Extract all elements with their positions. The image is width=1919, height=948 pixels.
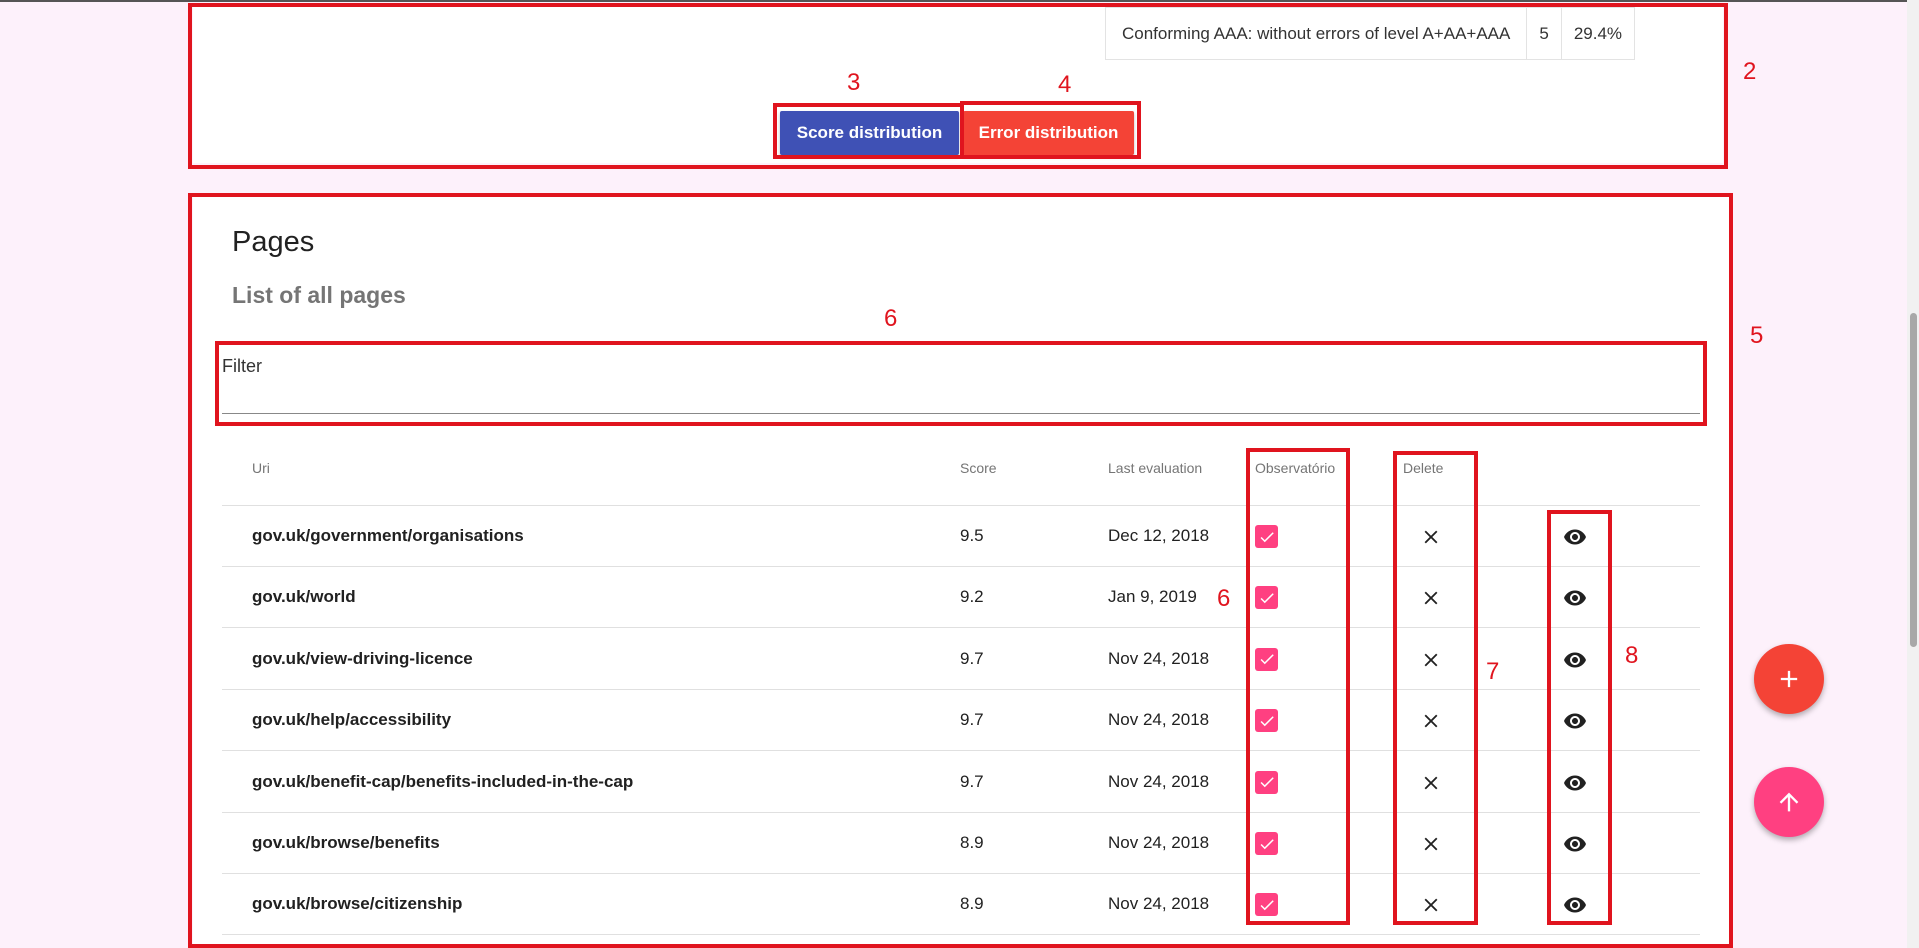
plus-icon	[1780, 670, 1798, 688]
annotation-box-3	[773, 103, 964, 159]
annotation-label-3: 3	[847, 69, 861, 96]
window-top-border	[0, 0, 1919, 2]
add-page-fab[interactable]	[1754, 644, 1824, 714]
annotation-box-5	[188, 193, 1733, 948]
annotation-label-5: 5	[1750, 322, 1764, 349]
annotation-label-6-filter: 6	[884, 305, 898, 332]
annotation-box-7-delete	[1393, 451, 1478, 925]
annotation-label-7: 7	[1486, 658, 1500, 685]
scrollbar-thumb[interactable]	[1910, 313, 1917, 647]
annotation-label-4: 4	[1058, 71, 1072, 98]
arrow-up-icon	[1779, 792, 1799, 812]
annotation-box-8-view	[1547, 510, 1612, 925]
annotation-box-4	[960, 101, 1141, 159]
annotation-label-2: 2	[1743, 58, 1757, 85]
scroll-to-top-fab[interactable]	[1754, 767, 1824, 837]
annotation-label-8: 8	[1625, 642, 1639, 669]
annotation-box-6-observatorio	[1246, 448, 1350, 925]
annotation-label-6-observatorio: 6	[1217, 585, 1231, 612]
annotation-box-6-filter	[215, 341, 1707, 426]
